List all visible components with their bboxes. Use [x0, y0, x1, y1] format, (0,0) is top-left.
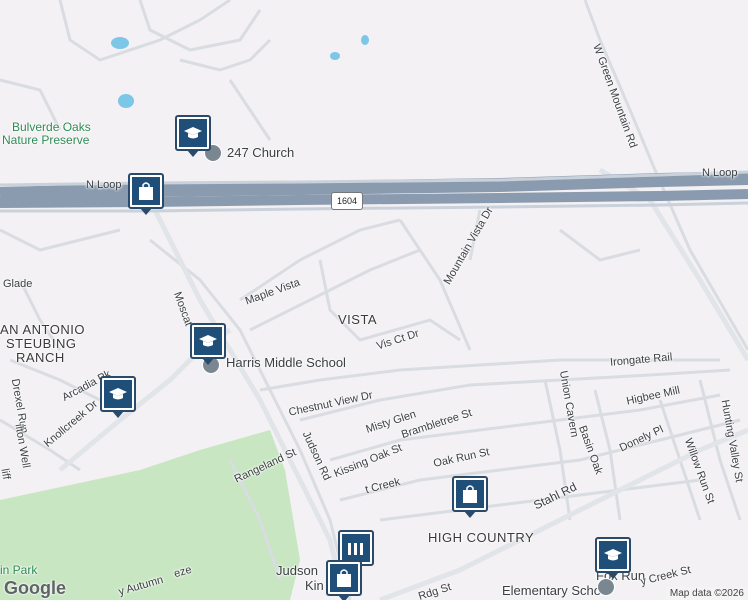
road-label-n-loop: N Loop	[86, 179, 122, 191]
pond	[361, 35, 369, 45]
school-label: Harris Middle School	[226, 355, 346, 370]
neighborhood-label: RANCH	[16, 350, 65, 365]
road-label: liff	[0, 467, 13, 481]
poi-label: Kin	[305, 578, 324, 593]
map-attribution[interactable]: Map data ©2026	[665, 587, 748, 600]
shopping-bag-icon	[132, 177, 160, 205]
highway-shield: 1604	[331, 192, 363, 210]
store-icon	[342, 534, 370, 562]
school-icon	[179, 119, 207, 147]
map-canvas[interactable]: Bulverde Oaks Nature Preserve 247 Church…	[0, 0, 748, 600]
school-icon	[104, 380, 132, 408]
shopping-pin[interactable]	[452, 476, 488, 518]
school-pin[interactable]	[100, 376, 136, 418]
shopping-bag-icon	[456, 480, 484, 508]
school-icon	[599, 541, 627, 569]
shopping-pin[interactable]	[128, 173, 164, 215]
map-base-layer	[0, 0, 748, 600]
pond	[330, 52, 340, 60]
neighborhood-label: STEUBING	[6, 336, 77, 351]
school-icon	[194, 327, 222, 355]
school-pin[interactable]	[190, 323, 226, 365]
shopping-bag-icon	[330, 564, 358, 592]
shopping-pin[interactable]	[326, 560, 362, 600]
park-area	[0, 430, 300, 600]
road-label-n-loop: N Loop	[702, 167, 738, 179]
park-label: in Park	[0, 563, 38, 577]
highway-1604	[0, 170, 748, 213]
school-icon	[597, 578, 615, 596]
park-label: Bulverde Oaks	[12, 120, 91, 134]
pond	[111, 37, 129, 49]
pond	[118, 94, 134, 108]
neighborhood-label: VISTA	[338, 312, 378, 327]
google-logo: Google	[4, 578, 66, 598]
church-label: 247 Church	[227, 145, 295, 160]
school-pin[interactable]	[595, 537, 631, 579]
neighborhood-label: AN ANTONIO	[0, 322, 85, 337]
poi-label: Judson	[276, 563, 318, 578]
neighborhood-label: HIGH COUNTRY	[428, 530, 535, 545]
park-label: Nature Preserve	[2, 133, 90, 147]
road-label: Glade	[3, 278, 33, 290]
school-pin[interactable]	[175, 115, 211, 157]
school-label: Elementary School	[502, 583, 612, 598]
